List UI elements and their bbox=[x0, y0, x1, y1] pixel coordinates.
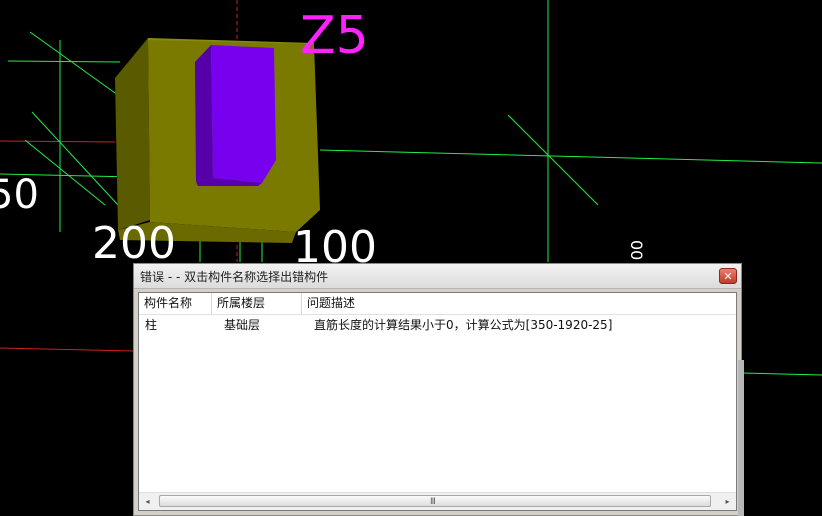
close-icon: ✕ bbox=[723, 270, 733, 283]
viewport-scrollbar-edge bbox=[738, 360, 744, 516]
error-list[interactable]: 构件名称 所属楼层 问题描述 柱 基础层 直筋长度的计算结果小于0，计算公式为[… bbox=[138, 292, 737, 511]
horizontal-scrollbar[interactable]: ◂ III ▸ bbox=[139, 492, 736, 510]
dialog-titlebar[interactable]: 错误 - - 双击构件名称选择出错构件 ✕ bbox=[134, 264, 741, 289]
cell-description: 直筋长度的计算结果小于0，计算公式为[350-1920-25] bbox=[314, 318, 613, 332]
rebar-core-front bbox=[211, 45, 276, 183]
list-header: 构件名称 所属楼层 问题描述 bbox=[139, 293, 736, 315]
cell-floor: 基础层 bbox=[224, 318, 261, 332]
arrow-left-icon: ◂ bbox=[145, 497, 150, 506]
close-button[interactable]: ✕ bbox=[719, 268, 737, 284]
scroll-left-button[interactable]: ◂ bbox=[139, 493, 156, 510]
column-header-floor[interactable]: 所属楼层 bbox=[212, 293, 302, 314]
column-label-z5: Z5 bbox=[300, 6, 369, 66]
column-header-name[interactable]: 构件名称 bbox=[139, 293, 212, 314]
table-row[interactable]: 柱 基础层 直筋长度的计算结果小于0，计算公式为[350-1920-25] bbox=[139, 315, 736, 335]
dimension-label-right: 00 bbox=[627, 240, 646, 261]
error-dialog: 错误 - - 双击构件名称选择出错构件 ✕ 构件名称 所属楼层 问题描述 柱 基… bbox=[133, 263, 742, 516]
dimension-label-left: 50 bbox=[0, 172, 39, 218]
rebar-core-side bbox=[195, 45, 213, 182]
scroll-right-button[interactable]: ▸ bbox=[719, 493, 736, 510]
dimension-label-200: 200 bbox=[92, 218, 176, 269]
cell-component-name[interactable]: 柱 bbox=[139, 315, 157, 335]
scroll-thumb[interactable]: III bbox=[159, 495, 711, 507]
grip-icon: III bbox=[430, 497, 436, 507]
dialog-title: 错误 - - 双击构件名称选择出错构件 bbox=[140, 270, 329, 284]
column-header-description[interactable]: 问题描述 bbox=[302, 293, 736, 314]
arrow-right-icon: ▸ bbox=[725, 497, 730, 506]
